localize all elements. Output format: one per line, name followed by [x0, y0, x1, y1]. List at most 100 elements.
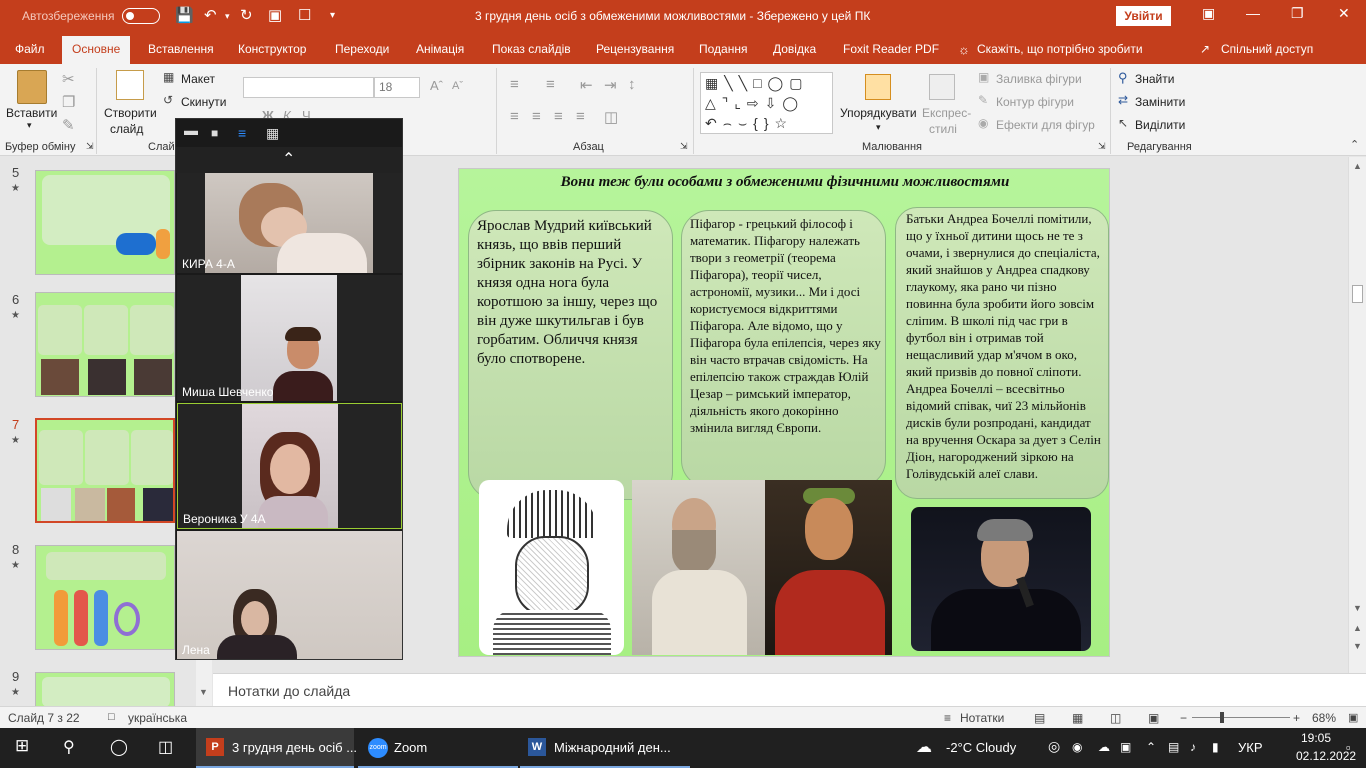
keyboard-language[interactable]: УКР — [1238, 740, 1263, 755]
select-button[interactable]: Виділити — [1135, 118, 1185, 132]
replace-icon[interactable]: ⇄ — [1118, 93, 1128, 107]
network-icon[interactable]: ▤ — [1168, 740, 1179, 754]
bullets-icon[interactable]: ≡ — [510, 76, 519, 93]
zoom-level[interactable]: 68% — [1312, 711, 1336, 725]
clock-time[interactable]: 19:05 — [1301, 731, 1331, 745]
format-painter-icon[interactable]: ✎ — [62, 116, 75, 134]
slide-canvas[interactable]: Вони теж були особами з обмеженими фізич… — [458, 168, 1110, 657]
video-tile-active-speaker[interactable]: Вероника У 4А — [177, 403, 402, 529]
zoom-out-icon[interactable]: − — [1180, 711, 1187, 725]
slide-thumbnail-8[interactable] — [35, 545, 175, 650]
align-right-icon[interactable]: ≡ — [554, 108, 563, 125]
quick-styles-icon[interactable] — [929, 74, 955, 100]
align-left-icon[interactable]: ≡ — [510, 108, 519, 125]
zoom-in-icon[interactable]: + — [1293, 711, 1300, 725]
zoom-slider[interactable] — [1192, 717, 1290, 718]
font-size-combo[interactable]: 18 — [374, 77, 420, 98]
video-tile[interactable]: Лена — [177, 531, 402, 659]
justify-icon[interactable]: ≡ — [576, 108, 585, 125]
arrange-icon[interactable] — [865, 74, 891, 100]
zoom-video-window[interactable]: ▬ ■ ≡ ▦ ⌃ КИРА 4-А Миша Шевченко Вероник… — [175, 118, 403, 660]
scroll-up-icon[interactable]: ▲ — [1353, 161, 1362, 171]
tell-me-search[interactable]: Скажіть, що потрібно зробити — [977, 42, 1143, 56]
chevron-up-icon[interactable]: ⌃ — [1146, 740, 1156, 754]
onedrive-icon[interactable]: ☁ — [1098, 740, 1110, 754]
portrait-pythagoras[interactable] — [632, 480, 765, 655]
zoom-tray-icon[interactable]: ◉ — [1072, 740, 1082, 754]
find-button[interactable]: Знайти — [1135, 72, 1174, 86]
slide-thumbnail-7[interactable] — [35, 418, 175, 523]
undo-dropdown-icon[interactable]: ▾ — [225, 6, 230, 26]
tab-animations[interactable]: Анімація — [416, 42, 464, 56]
text-box-yaroslav[interactable]: Ярослав Мудрий київський князь, що ввів … — [468, 210, 673, 500]
spellcheck-icon[interactable]: □ — [108, 711, 115, 723]
chevron-up-icon[interactable]: ⌃ — [282, 149, 295, 169]
find-icon[interactable]: ⚲ — [1118, 70, 1128, 86]
weather-icon[interactable]: ☁ — [916, 737, 932, 757]
scroll-participants-up[interactable]: ⌃ — [176, 147, 402, 173]
minimize-video-icon[interactable]: ▬ — [184, 122, 198, 138]
cut-icon[interactable]: ✂ — [62, 70, 75, 88]
paste-icon[interactable] — [17, 70, 47, 104]
search-icon[interactable]: ⚲ — [63, 737, 75, 757]
taskbar-app-zoom[interactable]: zoom Zoom — [358, 728, 518, 768]
align-center-icon[interactable]: ≡ — [532, 108, 541, 125]
notes-icon[interactable]: ≡ — [944, 711, 951, 725]
tab-design[interactable]: Конструктор — [238, 42, 306, 56]
shape-fill-icon[interactable]: ▣ — [978, 70, 989, 84]
clipboard-launcher-icon[interactable]: ⇲ — [86, 141, 94, 152]
tab-home[interactable]: Основне — [62, 36, 131, 64]
cortana-icon[interactable]: ◯ — [110, 737, 128, 757]
reset-button[interactable]: Скинути — [181, 95, 226, 109]
new-slide-button[interactable]: Створити — [104, 106, 157, 120]
arrange-button[interactable]: Упорядкувати — [840, 106, 917, 120]
microphone-icon[interactable]: ◎ — [1048, 738, 1060, 755]
paste-button[interactable]: Вставити — [6, 106, 57, 120]
copy-icon[interactable]: ❐ — [62, 93, 75, 111]
scrollbar-thumb[interactable] — [1352, 285, 1363, 303]
tab-help[interactable]: Довідка — [773, 42, 816, 56]
signin-button[interactable]: Увійти — [1116, 6, 1171, 26]
strip-view-icon[interactable]: ≡ — [238, 125, 246, 141]
drawing-launcher-icon[interactable]: ⇲ — [1098, 141, 1106, 152]
select-icon[interactable]: ↖ — [1118, 116, 1128, 130]
slide-thumbnail-9[interactable] — [35, 672, 175, 706]
volume-icon[interactable]: ♪ — [1190, 740, 1196, 754]
redo-icon[interactable]: ↻ — [240, 6, 253, 26]
prev-slide-icon[interactable]: ▲ — [1353, 623, 1362, 633]
scroll-down-icon[interactable]: ▼ — [1353, 603, 1362, 613]
tab-transitions[interactable]: Переходи — [335, 42, 389, 56]
shape-effects-button[interactable]: Ефекти для фігур — [996, 118, 1095, 132]
zoom-slider-thumb[interactable] — [1220, 712, 1224, 723]
notes-pane[interactable]: Нотатки до слайда — [213, 673, 1366, 706]
taskbar-app-powerpoint[interactable]: P 3 грудня день осіб ... — [196, 728, 357, 768]
autosave-toggle[interactable] — [122, 8, 160, 24]
share-button[interactable]: Спільний доступ — [1221, 42, 1313, 56]
normal-view-icon[interactable]: ▤ — [1034, 711, 1045, 725]
shape-outline-button[interactable]: Контур фігури — [996, 95, 1074, 109]
new-slide-icon[interactable] — [116, 70, 144, 100]
restore-icon[interactable]: ❐ — [1291, 5, 1304, 22]
increase-indent-icon[interactable]: ⇥ — [604, 76, 617, 94]
line-spacing-icon[interactable]: ↕ — [628, 76, 636, 93]
sorter-view-icon[interactable]: ▦ — [1072, 711, 1083, 725]
tab-foxit[interactable]: Foxit Reader PDF — [843, 42, 939, 56]
portrait-julius-caesar[interactable] — [765, 480, 892, 655]
slideshow-view-icon[interactable]: ▣ — [1148, 711, 1159, 725]
ribbon-display-icon[interactable]: ▣ — [1202, 5, 1215, 22]
present-from-start-icon[interactable]: ▣ — [268, 6, 282, 26]
numbering-icon[interactable]: ≡ — [546, 76, 555, 93]
paragraph-launcher-icon[interactable]: ⇲ — [680, 141, 688, 152]
tab-slideshow[interactable]: Показ слайдів — [492, 42, 571, 56]
columns-icon[interactable]: ◫ — [604, 108, 618, 126]
minimize-icon[interactable]: — — [1246, 5, 1260, 21]
layout-button[interactable]: Макет — [181, 72, 215, 86]
fit-slide-icon[interactable]: ▣ — [1348, 711, 1358, 724]
tab-view[interactable]: Подання — [699, 42, 747, 56]
text-box-bocelli[interactable]: Батьки Андреа Бочеллі помітили, що у їхн… — [895, 207, 1109, 499]
slide-thumbnail-5[interactable] — [35, 170, 175, 275]
weather-label[interactable]: -2°C Cloudy — [946, 740, 1016, 755]
reading-view-icon[interactable]: ◫ — [1110, 711, 1121, 725]
gallery-view-icon[interactable]: ▦ — [266, 125, 279, 142]
shapes-gallery[interactable]: ▦╲╲□◯▢ △⌝⌞⇨⇩◯ ↶⌢⌣{}☆ — [700, 72, 833, 134]
